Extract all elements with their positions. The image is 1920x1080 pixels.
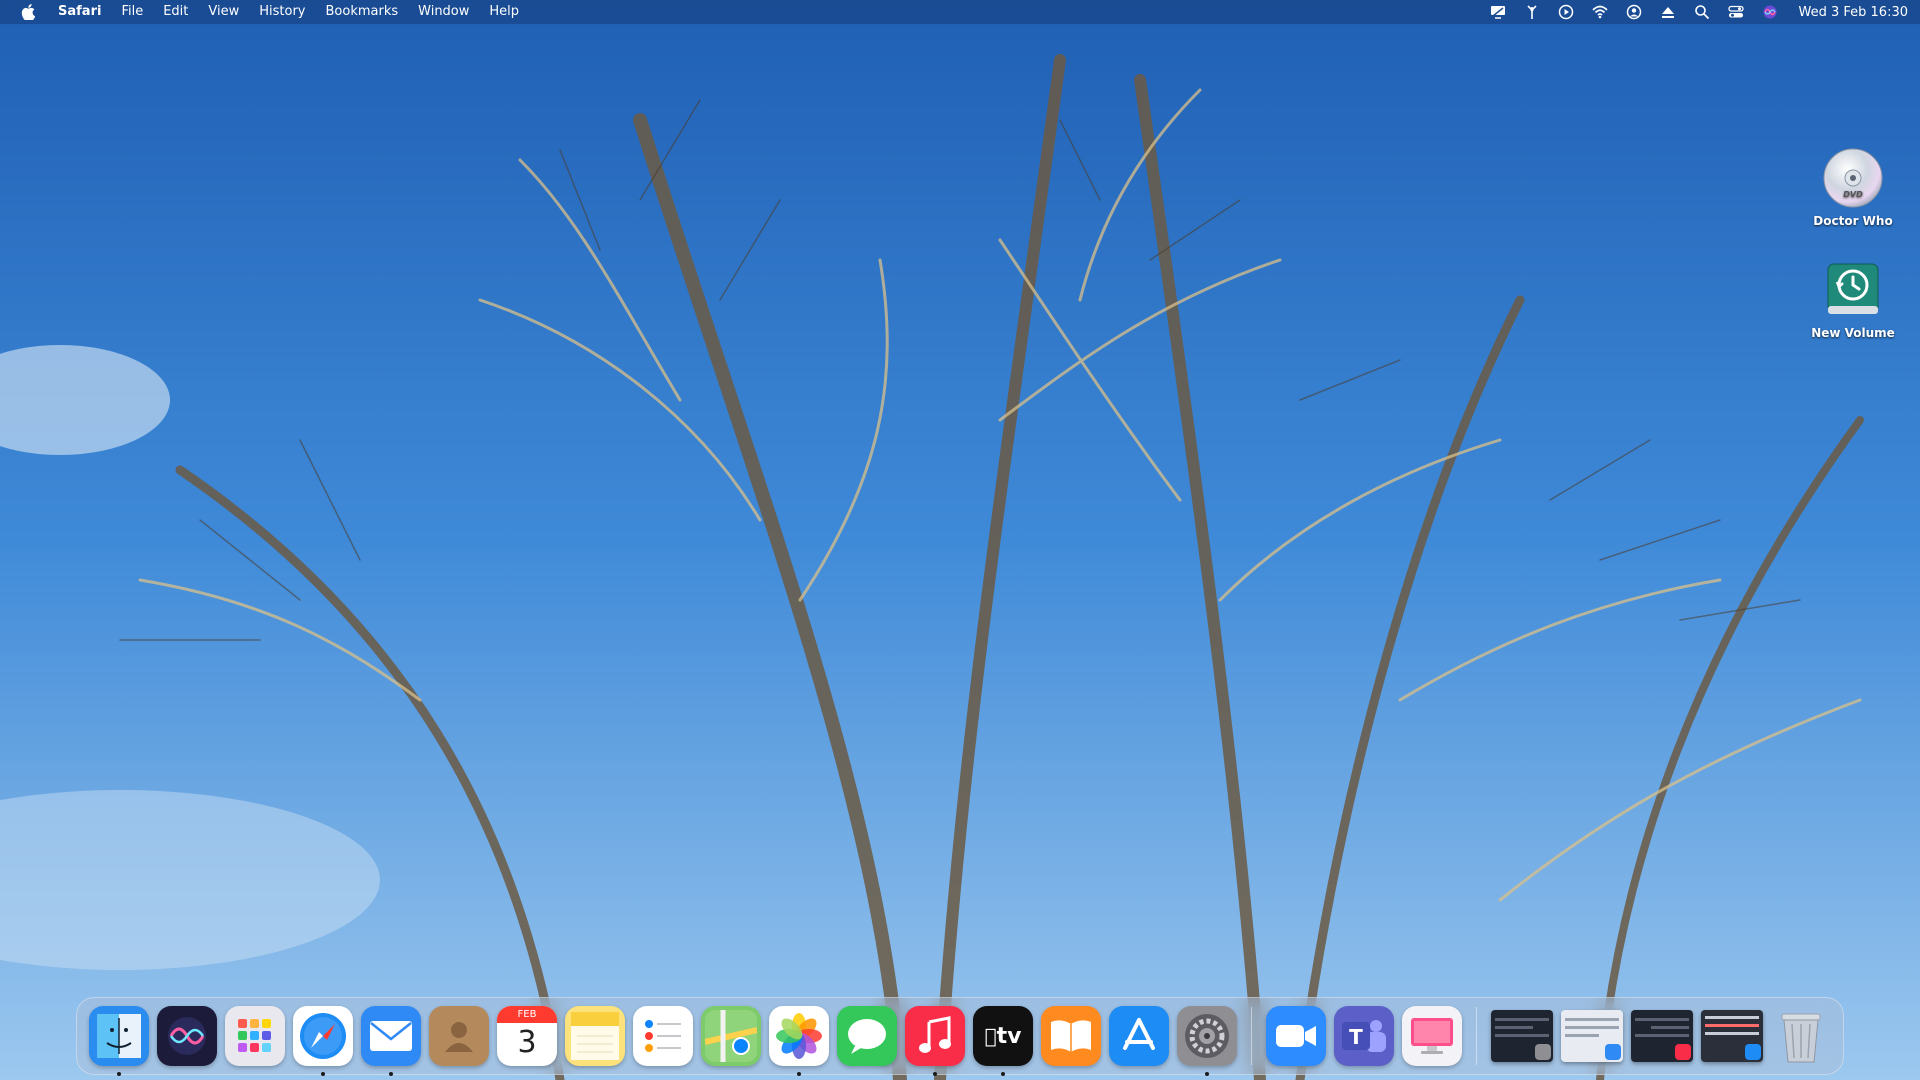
- dock-mail[interactable]: [361, 1006, 421, 1076]
- safari-icon: [300, 1013, 346, 1059]
- dock-separator: [1251, 1007, 1252, 1065]
- menu-view[interactable]: View: [198, 0, 249, 24]
- running-indicator: [117, 1072, 121, 1076]
- display-icon[interactable]: [1489, 3, 1507, 21]
- antenna-icon[interactable]: [1523, 3, 1541, 21]
- zoom-icon: [1276, 1025, 1316, 1047]
- menu-app-name[interactable]: Safari: [48, 0, 111, 24]
- mail-icon: [1605, 1044, 1621, 1060]
- menu-bar: Safari File Edit View History Bookmarks …: [0, 0, 1920, 24]
- dock-calendar[interactable]: FEB 3: [497, 1006, 557, 1066]
- svg-text:T: T: [1349, 1025, 1363, 1049]
- desktop-icon-label: New Volume: [1811, 326, 1895, 340]
- running-indicator: [1001, 1072, 1005, 1076]
- dock-reminders[interactable]: [633, 1006, 693, 1066]
- teams-icon: T: [1342, 1020, 1386, 1052]
- desktop[interactable]: Safari File Edit View History Bookmarks …: [0, 0, 1920, 1080]
- desktop-icon-doctor-who[interactable]: DVD Doctor Who: [1798, 146, 1908, 228]
- dock-minimized-system-preferences[interactable]: [1491, 1010, 1553, 1062]
- dock-screen-sharing[interactable]: [1402, 1006, 1462, 1066]
- dvd-icon: DVD: [1821, 146, 1885, 210]
- menubar-clock[interactable]: Wed 3 Feb 16:30: [1799, 5, 1909, 20]
- dock-launchpad[interactable]: [225, 1006, 285, 1066]
- user-circle-icon[interactable]: [1625, 3, 1643, 21]
- dock-system-preferences[interactable]: [1177, 1006, 1237, 1076]
- dock-safari[interactable]: [293, 1006, 353, 1076]
- tv-label: tv: [985, 1024, 1022, 1049]
- calendar-day: 3: [517, 1025, 537, 1060]
- menu-bookmarks[interactable]: Bookmarks: [316, 0, 409, 24]
- mail-icon: [370, 1021, 412, 1051]
- maps-icon: [705, 1010, 757, 1062]
- messages-icon: [848, 1019, 886, 1054]
- music-icon: [1675, 1044, 1691, 1060]
- menu-help[interactable]: Help: [479, 0, 529, 24]
- dock-music[interactable]: [905, 1006, 965, 1076]
- siri-icon[interactable]: [1761, 3, 1779, 21]
- screen-sharing-icon: [1411, 1018, 1453, 1054]
- calendar-month: FEB: [497, 1006, 557, 1023]
- dock-messages[interactable]: [837, 1006, 897, 1066]
- dock-separator: [1476, 1007, 1477, 1065]
- svg-text:DVD: DVD: [1843, 190, 1863, 199]
- dock: FEB 3 tv T: [76, 997, 1844, 1076]
- dock-minimized-mail[interactable]: [1561, 1010, 1623, 1062]
- photos-icon: [776, 1013, 822, 1059]
- dock-maps[interactable]: [701, 1006, 761, 1066]
- trash-icon: [1781, 1013, 1821, 1063]
- dock-contacts[interactable]: [429, 1006, 489, 1066]
- running-indicator: [797, 1072, 801, 1076]
- dock-trash[interactable]: [1771, 1006, 1831, 1066]
- play-circle-icon[interactable]: [1557, 3, 1575, 21]
- dock-minimized-safari[interactable]: [1701, 1010, 1763, 1062]
- eject-icon[interactable]: [1659, 3, 1677, 21]
- running-indicator: [933, 1072, 937, 1076]
- books-icon: [1051, 1020, 1091, 1052]
- status-area: Wed 3 Feb 16:30: [1489, 0, 1909, 24]
- music-icon: [919, 1016, 951, 1053]
- dock-photos[interactable]: [769, 1006, 829, 1076]
- wifi-icon[interactable]: [1591, 3, 1609, 21]
- running-indicator: [389, 1072, 393, 1076]
- running-indicator: [1205, 1072, 1209, 1076]
- menu-window[interactable]: Window: [408, 0, 479, 24]
- dock-teams[interactable]: T: [1334, 1006, 1394, 1066]
- dock-books[interactable]: [1041, 1006, 1101, 1066]
- system-preferences-icon: [1185, 1014, 1229, 1058]
- launchpad-icon: [238, 1019, 271, 1052]
- dock-notes[interactable]: [565, 1006, 625, 1066]
- dock-tv[interactable]: tv: [973, 1006, 1033, 1076]
- dock-app-store[interactable]: [1109, 1006, 1169, 1066]
- app-store-icon: [1123, 1018, 1155, 1050]
- apple-logo-icon: : [985, 1024, 997, 1048]
- dock-finder[interactable]: [89, 1006, 149, 1076]
- reminders-icon: [645, 1020, 681, 1052]
- finder-icon: [97, 1014, 141, 1058]
- control-center-icon[interactable]: [1727, 3, 1745, 21]
- apple-menu-icon[interactable]: [8, 0, 48, 24]
- safari-icon: [1745, 1044, 1761, 1060]
- contacts-icon: [445, 1022, 473, 1052]
- menu-history[interactable]: History: [249, 0, 315, 24]
- gear-icon: [1535, 1044, 1551, 1060]
- dock-minimized-music[interactable]: [1631, 1010, 1693, 1062]
- time-machine-drive-icon: [1821, 258, 1885, 322]
- dock-siri[interactable]: [157, 1006, 217, 1066]
- notes-icon: [571, 1012, 619, 1060]
- siri-icon: [168, 1017, 206, 1055]
- running-indicator: [321, 1072, 325, 1076]
- search-icon[interactable]: [1693, 3, 1711, 21]
- desktop-icon-label: Doctor Who: [1813, 214, 1893, 228]
- menu-edit[interactable]: Edit: [153, 0, 198, 24]
- wallpaper: [0, 0, 1920, 1080]
- menu-file[interactable]: File: [111, 0, 153, 24]
- dock-zoom[interactable]: [1266, 1006, 1326, 1066]
- desktop-icon-new-volume[interactable]: New Volume: [1798, 258, 1908, 340]
